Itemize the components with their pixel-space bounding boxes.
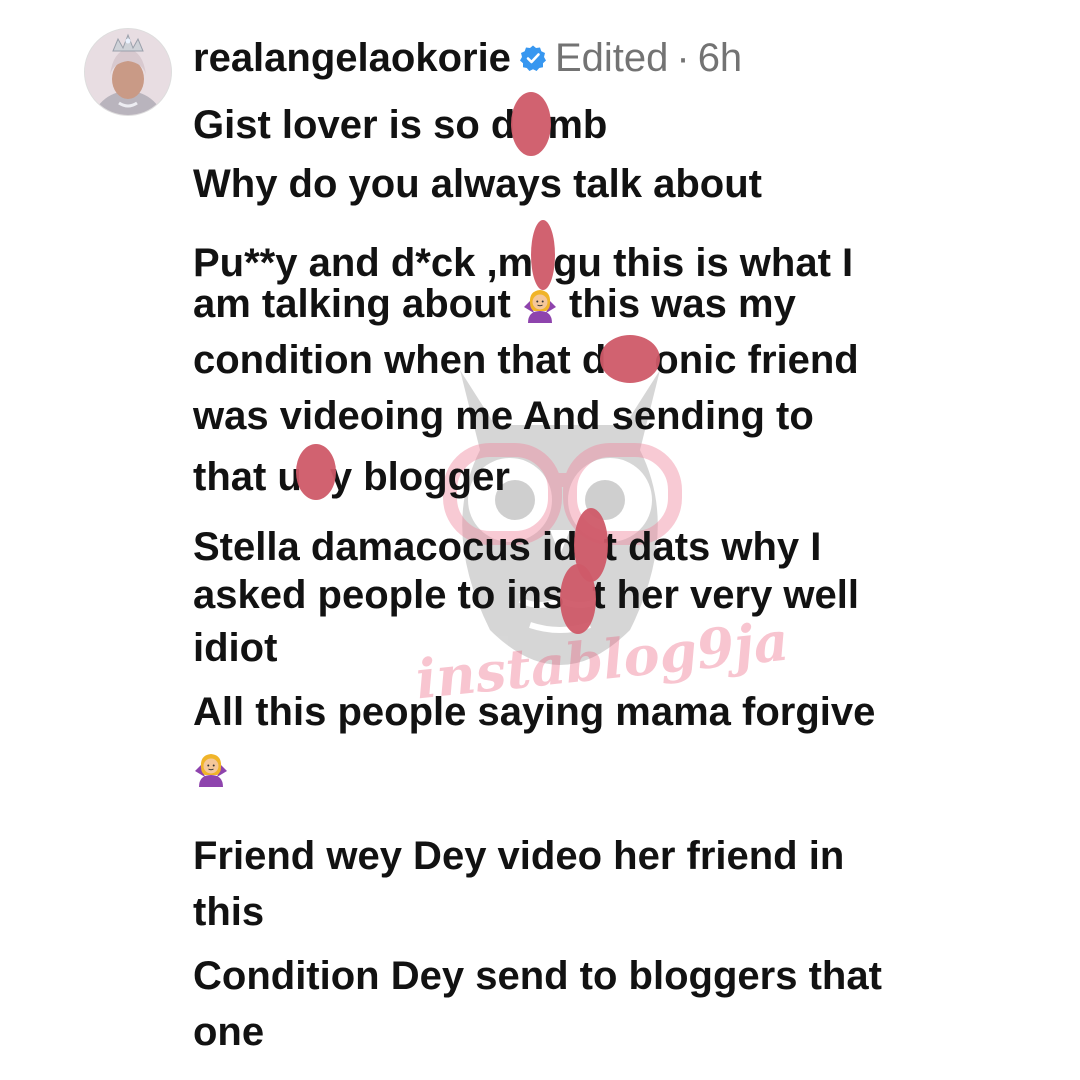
comment-line: Friend wey Dey video her friend in [193,834,845,878]
comment-text: Gist lover is so d [193,103,516,147]
redaction-mark [511,92,552,156]
verified-badge-icon [519,44,547,72]
comment-text: t dats why I [603,525,822,569]
comment-line: All this people saying mama forgive [193,690,876,734]
edited-label: Edited [554,35,669,80]
comment-line: am talking about this was my [193,276,1013,332]
comment-text: condition when that d [193,338,607,382]
comment-text: asked people to ins [193,573,565,617]
comment-line: that u y blogger [193,444,1013,500]
comment-line: asked people to ins t her very well [193,564,1013,634]
comment-text: y blogger [329,455,510,499]
comment-line: one [193,1010,265,1054]
comment-line: Gist lover is so d mb [193,92,1013,156]
comment-line: was videoing me And sending to [193,394,814,438]
timestamp: 6h [697,35,743,80]
comment-text: mb [547,103,608,147]
separator-dot: · [676,35,690,80]
comment-text: that u [193,455,302,499]
comment-text: onic friend [654,338,859,382]
comment-text: Stella damacocus id [193,525,578,569]
comment-line: this [193,890,265,934]
person-shrugging-emoji-icon [193,751,229,787]
comment-line: Why do you always talk about [193,162,762,206]
comment-text: t her very well [592,573,860,617]
comment-body: Gist lover is so d mb Why do you always t… [193,92,1013,1060]
person-shrugging-emoji-icon [522,287,558,323]
comment-line [193,740,1013,796]
comment-meta: Edited · 6h [555,36,742,81]
comment-line: condition when that d onic friend [193,332,1013,388]
avatar[interactable] [84,28,172,116]
comment-text: this was my [557,282,796,326]
comment-line: Stella damacocus id t dats why I [193,508,1013,582]
comment-text: am talking about [193,282,522,326]
comment-header: realangelaokorie Edited · 6h [193,30,742,86]
username[interactable]: realangelaokorie [193,36,511,81]
comment-line: Condition Dey send to bloggers that [193,954,882,998]
avatar-image [85,29,171,115]
redaction-mark [600,335,661,383]
comment-line: idiot [193,626,278,670]
comment-line: Pu**y and d*ck ,m gu this is what I [193,220,1013,290]
redaction-mark [560,564,597,634]
redaction-mark [531,220,556,290]
redaction-mark [295,444,336,500]
